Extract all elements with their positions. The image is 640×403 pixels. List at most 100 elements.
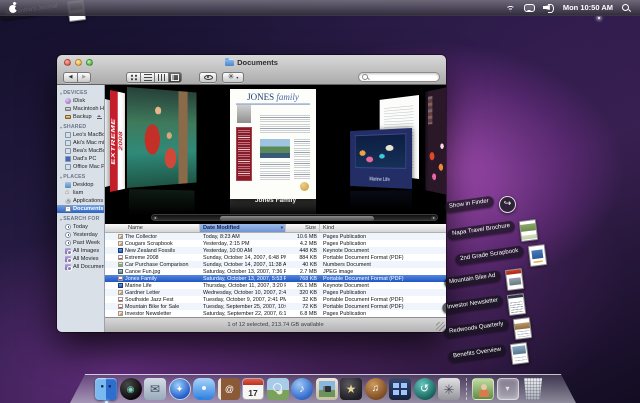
sidebar-item-backup[interactable]: Backup — [57, 113, 104, 121]
cover-flow-scrollbar[interactable] — [151, 214, 438, 221]
sidebar-item-leo-s-macbook[interactable]: Leo's MacBook — [57, 131, 104, 139]
stack-item-thumbnail[interactable] — [510, 342, 529, 365]
status-icon-wifi[interactable] — [505, 4, 516, 12]
column-header-kind[interactable]: Kind — [320, 224, 446, 232]
stack-item-show-in-finder[interactable]: Show in Finder — [444, 196, 516, 213]
stack-item-mountain-bike-ad[interactable]: Mountain Bike Ad — [444, 269, 523, 290]
file-date-cell: Yesterday, 2:15 PM — [200, 241, 286, 247]
dock-item-imovie[interactable]: ★ — [340, 378, 362, 400]
cover-jones-family[interactable]: JONES family — [230, 89, 316, 199]
scrollbar-thumb[interactable] — [220, 216, 374, 221]
dock-item-garageband[interactable]: ♫ — [365, 378, 387, 400]
search-input[interactable] — [369, 74, 436, 80]
status-icon-ichat[interactable] — [524, 4, 535, 12]
cover-extreme-2008[interactable]: EXTREME 2008 — [110, 90, 125, 192]
sidebar-item-all-documents[interactable]: All Documents — [57, 263, 104, 271]
menu-bar-clock[interactable]: Mon 10:50 AM — [563, 3, 613, 12]
search-field[interactable] — [358, 72, 440, 82]
sidebar-item-bea-s-macbook[interactable]: Bea's MacBook — [57, 147, 104, 155]
quick-look-button[interactable] — [199, 72, 217, 83]
stack-item-thumbnail[interactable] — [507, 293, 526, 316]
back-button[interactable]: ◀ — [63, 72, 77, 83]
file-row-keynote[interactable]: New Zealand Fossils Yesterday, 10:00 AM … — [105, 247, 446, 254]
sidebar-item-today[interactable]: Today — [57, 223, 104, 231]
dock-item-mail[interactable]: ✉ — [144, 378, 166, 400]
apple-menu-icon[interactable] — [9, 3, 18, 13]
title-bar[interactable]: Documents — [57, 55, 446, 69]
scroll-right-icon[interactable] — [431, 216, 436, 221]
dock-item-dashboard[interactable]: ◉ — [120, 378, 142, 400]
sidebar-item-applications[interactable]: Applications — [57, 197, 104, 205]
forward-button[interactable]: ▶ — [77, 72, 91, 83]
dock-item-stack-documents-open[interactable]: ▾ — [497, 378, 519, 400]
sidebar-item-dad-s-pc[interactable]: Dad's PC — [57, 155, 104, 163]
dock-item-ichat-app[interactable] — [193, 378, 215, 400]
sidebar-item-past-week[interactable]: Past Week — [57, 239, 104, 247]
sidebar-item-icon — [65, 98, 71, 104]
file-row-numbers[interactable]: Car Purchase Comparison Sunday, October … — [105, 261, 446, 268]
sidebar-item-aki-s-mac-mini[interactable]: Aki's Mac mini — [57, 139, 104, 147]
file-row-keynote[interactable]: Marine Life Thursday, October 11, 2007, … — [105, 282, 446, 289]
file-icon — [118, 255, 123, 261]
spotlight-icon[interactable] — [621, 3, 631, 13]
stack-item-redwoods-quarterly[interactable]: Redwoods Quarterly — [444, 318, 531, 339]
cover-flowers-document[interactable] — [426, 87, 446, 195]
file-row-pdf[interactable]: Jones Family Saturday, October 13, 2007,… — [105, 275, 446, 282]
stack-item-thumbnail[interactable] — [512, 317, 531, 340]
list-view-icon — [144, 74, 152, 81]
cover-canoe-fun-photo[interactable] — [127, 87, 197, 188]
scroll-left-icon[interactable] — [153, 216, 158, 221]
dock-item-spaces[interactable] — [389, 378, 411, 400]
stack-item-investor-newsletter[interactable]: Investor Newsletter — [442, 294, 525, 315]
cover-marine-life-slide[interactable]: Marine Life — [350, 128, 412, 189]
dock-item-sysprefs[interactable]: ✳ — [438, 378, 460, 400]
stack-item-thumbnail[interactable] — [504, 268, 523, 291]
file-row-pages[interactable]: The Collector Today, 8:23 AM 10.6 MB Pag… — [105, 233, 446, 240]
stack-item-thumbnail[interactable] — [499, 196, 516, 213]
column-view-button[interactable] — [154, 72, 168, 83]
status-icon-volume[interactable] — [543, 3, 555, 12]
dock-item-timemachine[interactable]: ↺ — [414, 378, 436, 400]
action-button[interactable]: ✳▾ — [222, 72, 244, 83]
column-header-name[interactable]: Name — [105, 224, 200, 232]
coverflow-view-button[interactable] — [168, 72, 182, 83]
file-row-pages[interactable]: Cougars Scrapbook Yesterday, 2:15 PM 4.2… — [105, 240, 446, 247]
sidebar-item-all-images[interactable]: All Images — [57, 247, 104, 255]
sidebar-item-all-movies[interactable]: All Movies — [57, 255, 104, 263]
dock-item-preview[interactable] — [267, 378, 289, 400]
sidebar-item-idisk[interactable]: iDisk — [57, 97, 104, 105]
stack-item-2nd-grade-scrapbook[interactable]: 2nd Grade Scrapbook — [455, 245, 546, 266]
file-row-jpeg[interactable]: Canoe Fun.jpg Saturday, October 13, 2007… — [105, 268, 446, 275]
dock-item-finder[interactable] — [95, 378, 117, 400]
file-row-pdf[interactable]: Extreme 2008 Sunday, October 14, 2007, 6… — [105, 254, 446, 261]
sidebar-item-liam[interactable]: liam — [57, 189, 104, 197]
eject-icon[interactable] — [97, 115, 102, 120]
file-row-pdf[interactable]: Mountain Bike for Sale Tuesday, Septembe… — [105, 303, 446, 310]
file-row-pages[interactable]: Gardner Letter Wednesday, October 10, 20… — [105, 289, 446, 296]
stack-item-thumbnail[interactable] — [528, 244, 547, 267]
stack-item-thumbnail[interactable] — [519, 219, 538, 242]
dock-item-stack-pictures[interactable] — [472, 378, 494, 400]
sidebar-item-icon — [65, 256, 71, 262]
dock-item-divider[interactable] — [463, 378, 470, 400]
stack-item-napa-travel-brochure[interactable]: Napa Travel Brochure — [447, 220, 537, 241]
sidebar-item-documents[interactable]: Documents — [57, 205, 104, 213]
dock-item-safari[interactable]: ✦ — [169, 378, 191, 400]
sidebar-item-icon — [65, 232, 71, 238]
dock-item-trash[interactable] — [521, 378, 545, 400]
sidebar-item-macintosh-hd[interactable]: Macintosh HD — [57, 105, 104, 113]
column-header-size[interactable]: Size — [286, 224, 320, 232]
icon-view-button[interactable] — [126, 72, 140, 83]
list-view-button[interactable] — [140, 72, 154, 83]
file-row-pdf[interactable]: Southside Jazz Fest Tuesday, October 9, … — [105, 296, 446, 303]
coverflow-view-icon — [171, 74, 179, 81]
dock-item-ical[interactable]: 17 — [242, 378, 264, 400]
column-header-date-modified[interactable]: Date Modified — [200, 224, 286, 232]
sidebar-item-office-mac-pro[interactable]: Office Mac Pro — [57, 163, 104, 171]
stack-item-benefits-overview[interactable]: Benefits Overview — [448, 343, 528, 364]
dock-item-itunes[interactable]: ♪ — [291, 378, 313, 400]
file-row-pages[interactable]: Investor Newsletter Saturday, September … — [105, 310, 446, 317]
dock-item-iphoto[interactable] — [316, 378, 338, 400]
dock-item-addressbook[interactable]: @ — [218, 378, 240, 400]
sidebar-item-yesterday[interactable]: Yesterday — [57, 231, 104, 239]
